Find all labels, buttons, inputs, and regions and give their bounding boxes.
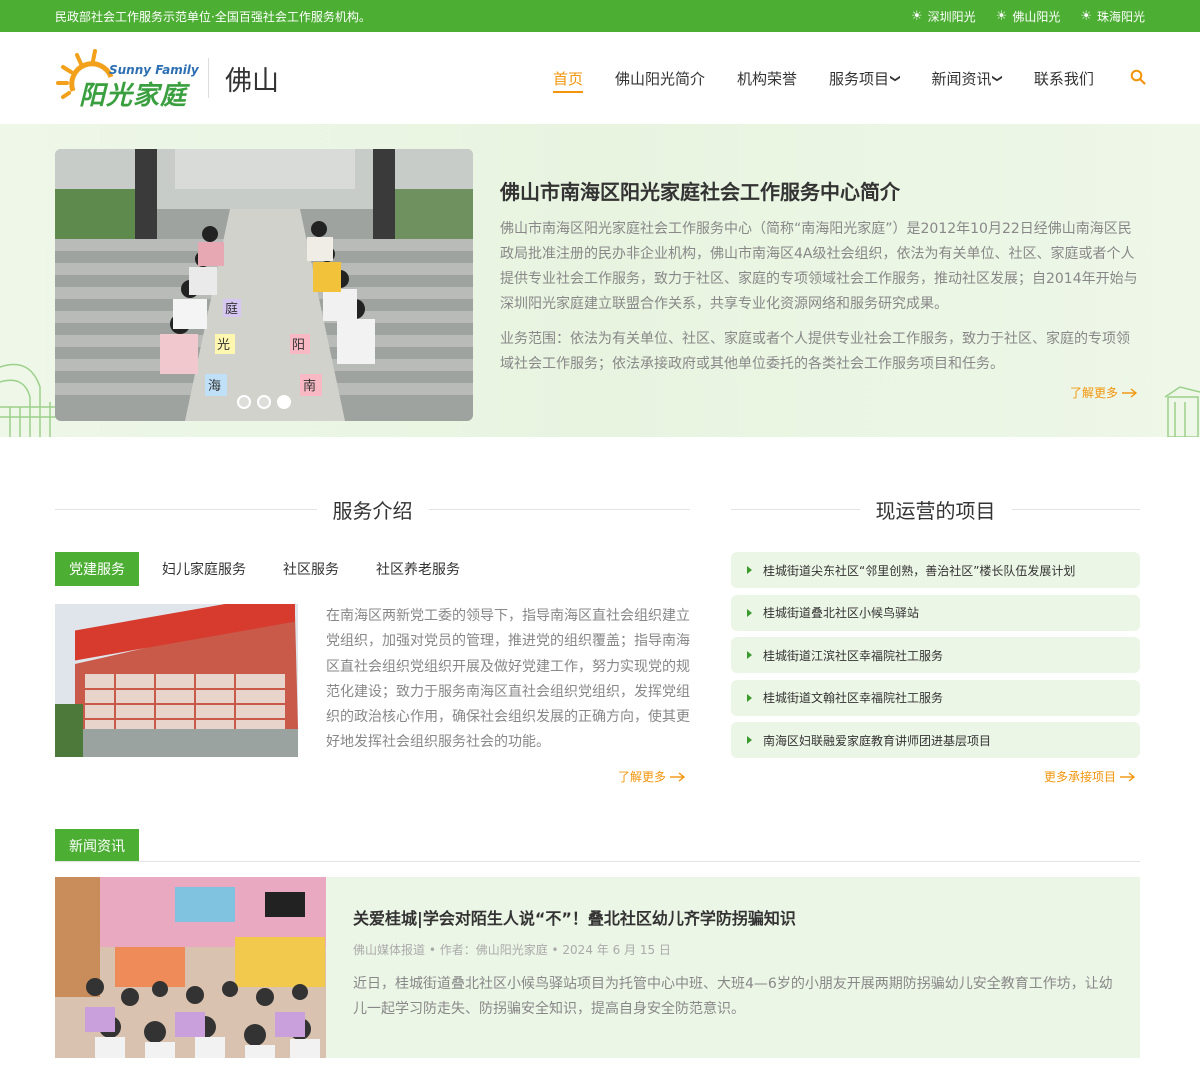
projects-title: 现运营的项目	[875, 499, 996, 523]
nav-item-news[interactable]: 新闻资讯 ❯	[931, 32, 1004, 124]
more-projects-link[interactable]: 更多承接项目	[1044, 768, 1136, 785]
arrow-right-icon	[1120, 771, 1136, 782]
logo-city: 佛山	[225, 65, 279, 97]
hero-paragraph: 佛山市南海区阳光家庭社会工作服务中心（简称“南海阳光家庭”）是2012年10月2…	[500, 221, 1138, 312]
divider	[731, 509, 860, 510]
caret-right-icon	[747, 651, 752, 659]
nav-item-honors[interactable]: 机构荣誉	[737, 32, 797, 124]
caret-right-icon	[747, 736, 752, 744]
services-learn-more-link[interactable]: 了解更多	[618, 768, 686, 785]
site-link-foshan[interactable]: ☀ 佛山阳光	[996, 8, 1061, 25]
svg-text:阳: 阳	[292, 338, 305, 353]
list-item[interactable]: 南海区妇联融爱家庭教育讲师团进基层项目	[731, 722, 1140, 758]
carousel-dot-active[interactable]	[277, 395, 291, 409]
services-title: 服务介绍	[332, 499, 413, 523]
caret-right-icon	[747, 566, 752, 574]
divider	[428, 509, 690, 510]
nav-item-about[interactable]: 佛山阳光简介	[615, 32, 705, 124]
site-header: Sunny Family 阳光家庭 佛山 首页 佛山阳光简介 机构荣誉 服务项目…	[0, 32, 1200, 124]
news-body: 关爱桂城|学会对陌生人说“不”！叠北社区幼儿齐学防拐骗知识 佛山媒体报道 • 作…	[353, 905, 1113, 1022]
news-card[interactable]: 关爱桂城|学会对陌生人说“不”！叠北社区幼儿齐学防拐骗知识 佛山媒体报道 • 作…	[55, 877, 1140, 1058]
nav-item-contact[interactable]: 联系我们	[1034, 32, 1094, 124]
top-bar: 民政部社会工作服务示范单位·全国百强社会工作服务机构。 ☀ 深圳阳光 ☀ 佛山阳光 …	[0, 0, 1200, 32]
site-switcher: ☀ 深圳阳光 ☀ 佛山阳光 ☀ 珠海阳光	[911, 8, 1145, 25]
carousel-dot[interactable]	[237, 395, 251, 409]
divider	[55, 509, 317, 510]
hero-title: 佛山市南海区阳光家庭社会工作服务中心简介	[500, 180, 900, 204]
project-list: 桂城街道尖东社区“邻里创熟，善治社区”楼长队伍发展计划 桂城街道叠北社区小候鸟驿…	[731, 552, 1140, 765]
arrow-right-icon	[670, 771, 686, 782]
group-photo-image: 海 光 阳 南 庭	[55, 149, 473, 421]
tab-party-building[interactable]: 党建服务	[55, 552, 139, 586]
news-summary: 近日，桂城街道叠北社区小候鸟驿站项目为托管中心中班、大班4—6岁的小朋友开展两期…	[353, 976, 1113, 1017]
projects-heading: 现运营的项目	[731, 495, 1140, 524]
logo[interactable]: Sunny Family 阳光家庭 佛山	[55, 47, 279, 111]
services-heading: 服务介绍	[55, 495, 690, 524]
service-description: 在南海区两新党工委的领导下，指导南海区直社会组织建立党组织，加强对党员的管理，推…	[326, 608, 690, 751]
hero-learn-more-link[interactable]: 了解更多	[1070, 384, 1138, 401]
tab-women-children[interactable]: 妇儿家庭服务	[148, 552, 260, 586]
search-icon[interactable]	[1126, 65, 1150, 89]
list-item[interactable]: 桂城街道尖东社区“邻里创熟，善治社区”楼长队伍发展计划	[731, 552, 1140, 588]
hero-paragraph-scope: 业务范围：依法为有关单位、社区、家庭或者个人提供专业社会工作服务，致力于社区、家…	[500, 331, 1130, 372]
chevron-down-icon: ❯	[992, 73, 1004, 83]
divider	[1011, 509, 1140, 510]
list-item[interactable]: 桂城街道文翰社区幸福院社工服务	[731, 679, 1140, 716]
nav-item-services[interactable]: 服务项目 ❯	[829, 32, 901, 124]
tagline: 民政部社会工作服务示范单位·全国百强社会工作服务机构。	[55, 9, 371, 24]
logo-chinese: 阳光家庭	[79, 81, 188, 111]
carousel-dots	[55, 395, 473, 409]
list-item[interactable]: 桂城街道叠北社区小候鸟驿站	[731, 594, 1140, 631]
chevron-down-icon: ❯	[889, 73, 901, 83]
logo-divider	[208, 58, 209, 98]
carousel-dot[interactable]	[257, 395, 271, 409]
tab-news[interactable]: 新闻资讯	[55, 829, 139, 862]
svg-text:庭: 庭	[225, 301, 238, 317]
svg-text:南: 南	[303, 378, 316, 394]
service-image	[55, 604, 298, 757]
sun-icon: ☀	[995, 8, 1008, 24]
news-image	[55, 877, 326, 1058]
building-illustration	[0, 363, 58, 437]
news-meta: 佛山媒体报道 • 作者：佛山阳光家庭 • 2024 年 6 月 15 日	[353, 943, 671, 957]
nav-item-home[interactable]: 首页	[553, 32, 584, 124]
caret-right-icon	[747, 608, 752, 617]
sun-icon: ☀	[910, 8, 923, 24]
site-link-shenzhen[interactable]: ☀ 深圳阳光	[911, 8, 976, 25]
main-nav: 首页 佛山阳光简介 机构荣誉 服务项目 ❯ 新闻资讯 ❯ 联系我们	[553, 32, 1094, 124]
hero-carousel-photo[interactable]: 海 光 阳 南 庭	[55, 149, 473, 421]
caret-right-icon	[747, 693, 752, 702]
logo-mark: Sunny Family 阳光家庭	[55, 47, 199, 111]
svg-text:光: 光	[217, 338, 230, 353]
site-link-zhuhai[interactable]: ☀ 珠海阳光	[1080, 8, 1145, 25]
building-illustration	[1164, 386, 1200, 437]
service-tabs: 党建服务 妇儿家庭服务 社区服务 社区养老服务	[55, 552, 690, 586]
tab-elderly-care[interactable]: 社区养老服务	[362, 552, 474, 586]
hero-intro: 佛山市南海区阳光家庭社会工作服务中心简介 佛山市南海区阳光家庭社会工作服务中心（…	[500, 176, 1140, 387]
sun-icon: ☀	[1080, 8, 1092, 24]
arrow-right-icon	[1122, 387, 1138, 398]
hero-banner: 海 光 阳 南 庭 佛山市南海区阳光家庭社会工作服务中心简介 佛山市南海区阳光家…	[0, 124, 1200, 437]
news-title[interactable]: 关爱桂城|学会对陌生人说“不”！叠北社区幼儿齐学防拐骗知识	[353, 905, 1113, 929]
svg-text:海: 海	[208, 379, 221, 394]
list-item[interactable]: 桂城街道江滨社区幸福院社工服务	[731, 637, 1140, 673]
tab-community[interactable]: 社区服务	[269, 552, 353, 586]
divider	[55, 861, 1140, 862]
